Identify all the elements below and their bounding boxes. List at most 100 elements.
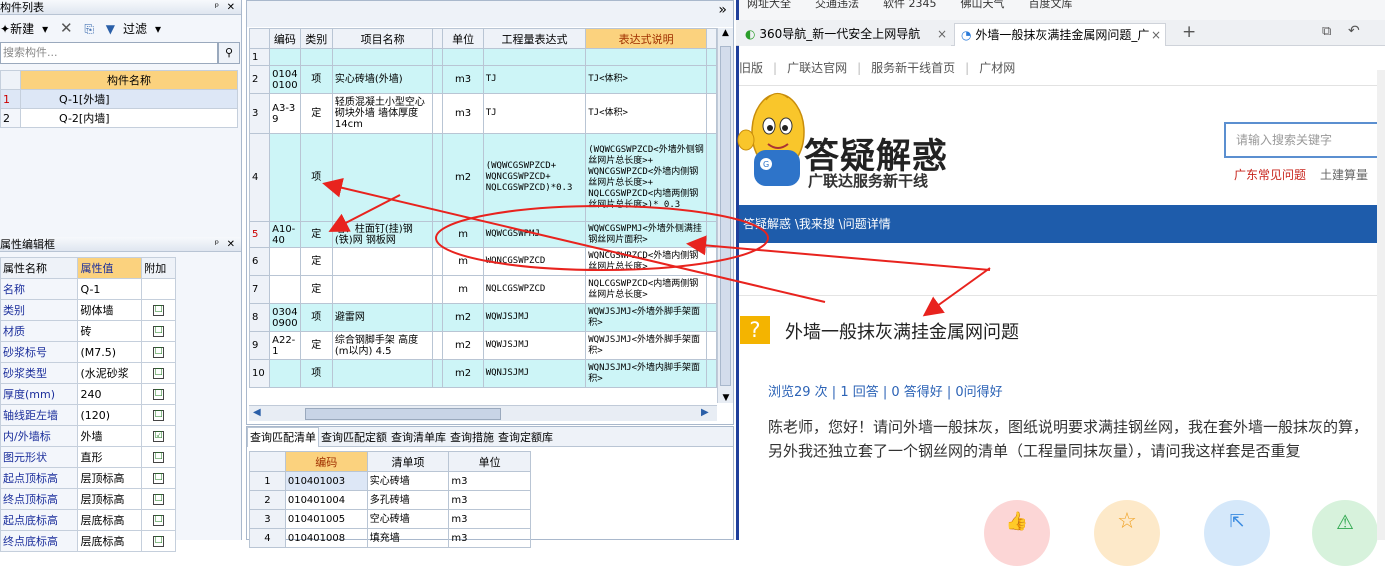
scroll-down-icon[interactable]: ▼ <box>718 393 734 403</box>
type-cell[interactable]: 项 <box>299 359 333 388</box>
extra-checkbox[interactable]: ☐ <box>153 347 165 358</box>
expression-cell[interactable]: TJ <box>482 65 587 94</box>
tab-list-icon[interactable]: ⧉ <box>1322 24 1331 39</box>
type-cell[interactable]: 项 <box>299 303 333 332</box>
property-extra-cell[interactable]: ☐ <box>141 530 176 552</box>
property-extra-cell[interactable]: ☐ <box>141 446 176 468</box>
code-cell[interactable]: A10- 40 <box>269 221 301 248</box>
property-extra-cell[interactable]: ☑ <box>141 425 176 447</box>
table-row[interactable]: 4 项 m2 (WQWCGSWPZCD+ WQNCGSWPZCD+ NQLCGSWPZ… <box>248 133 718 222</box>
list-unit-cell[interactable]: m3 <box>448 528 531 548</box>
property-row[interactable]: 类别 砌体墙 ☐ <box>0 299 176 321</box>
list-code-cell[interactable]: 010401008 <box>284 528 368 548</box>
type-cell[interactable]: 定 <box>299 93 333 134</box>
property-row[interactable]: 轴线距左墙 (120) ☐ <box>0 404 176 426</box>
list-item-cell[interactable]: 空心砖墙 <box>366 509 450 529</box>
unit-cell[interactable]: m2 <box>442 133 484 222</box>
list-code-cell[interactable]: 010401003 <box>284 471 368 491</box>
property-extra-cell[interactable]: ☐ <box>141 404 176 426</box>
delete-icon[interactable]: ✕ <box>60 19 73 37</box>
item-name-cell[interactable] <box>331 133 434 222</box>
browser-tab-360[interactable]: ◐ 360导航_新一代安全上网导航 × <box>739 23 951 46</box>
close-icon[interactable]: ✕ <box>227 237 235 252</box>
property-value[interactable]: (120) <box>77 404 143 426</box>
property-row[interactable]: 终点底标高 层底标高 ☐ <box>0 530 176 552</box>
code-cell[interactable] <box>269 359 301 388</box>
property-extra-cell[interactable]: ☐ <box>141 467 176 489</box>
code-cell[interactable] <box>269 247 301 276</box>
extra-checkbox[interactable]: ☐ <box>153 515 165 526</box>
table-row[interactable]: 1 <box>248 48 718 66</box>
component-row[interactable]: 1 Q-1[外墙] <box>0 89 238 109</box>
query-tab[interactable]: 查询措施 <box>448 428 496 447</box>
property-row[interactable]: 厚度(mm) 240 ☐ <box>0 383 176 405</box>
expression-cell[interactable]: TJ <box>482 93 587 134</box>
type-cell[interactable]: 项 <box>299 65 333 94</box>
bookmark-item[interactable]: 软件 2345 <box>883 0 937 10</box>
expression-cell[interactable]: NQLCGSWPZCD <box>482 275 587 304</box>
list-unit-cell[interactable]: m3 <box>448 509 531 529</box>
code-cell[interactable]: 0304 0900 <box>269 303 301 332</box>
table-row[interactable]: 6 定 m WQNCGSWPZCD WQNCGSWPZCD<外墙内侧钢丝网片总长度> <box>248 247 718 276</box>
property-extra-cell[interactable] <box>141 278 176 300</box>
item-name-cell[interactable] <box>331 48 434 66</box>
expression-cell[interactable]: (WQWCGSWPZCD+ WQNCGSWPZCD+ NQLCGSWPZCD)*… <box>482 133 587 222</box>
close-icon[interactable]: ✕ <box>227 0 235 15</box>
property-row[interactable]: 起点底标高 层底标高 ☐ <box>0 509 176 531</box>
code-cell[interactable] <box>269 133 301 222</box>
unit-cell[interactable]: m <box>442 247 484 276</box>
expression-cell[interactable] <box>482 48 587 66</box>
property-extra-cell[interactable]: ☐ <box>141 299 176 321</box>
item-name-cell[interactable]: 综合钢脚手架 高度(m以内) 4.5 <box>331 331 434 360</box>
hot-link[interactable]: 广东常见问题 <box>1234 166 1306 183</box>
table-row[interactable]: 1 010401003 实心砖墙 m3 <box>249 471 531 491</box>
expression-cell[interactable]: WQWJSJMJ <box>482 303 587 332</box>
property-extra-cell[interactable]: ☐ <box>141 341 176 363</box>
extra-checkbox[interactable]: ☐ <box>153 305 165 316</box>
extra-checkbox[interactable]: ☐ <box>153 452 165 463</box>
property-value[interactable]: 层底标高 <box>77 509 143 531</box>
extra-checkbox[interactable]: ☐ <box>153 368 165 379</box>
component-name[interactable]: Q-1[外墙] <box>20 89 238 109</box>
property-value[interactable]: 240 <box>77 383 143 405</box>
tab-close-icon[interactable]: × <box>1151 24 1161 46</box>
search-icon[interactable]: ⚲ <box>218 42 240 64</box>
extra-checkbox[interactable]: ☐ <box>153 326 165 337</box>
expand-icon[interactable]: » <box>718 2 727 18</box>
code-cell[interactable]: A22- 1 <box>269 331 301 360</box>
item-name-cell[interactable]: 轻质混凝土小型空心砌块外墙 墙体厚度 14cm <box>331 93 434 134</box>
type-cell[interactable]: 定 <box>299 221 333 248</box>
query-tab[interactable]: 查询匹配清单 <box>247 427 319 447</box>
scroll-up-icon[interactable]: ▲ <box>718 28 733 38</box>
property-row[interactable]: 材质砖 ☐ <box>0 320 176 342</box>
property-value[interactable]: 砖 <box>77 320 143 342</box>
unit-cell[interactable]: m3 <box>442 93 484 134</box>
unit-cell[interactable]: m2 <box>442 359 484 388</box>
pin-icon[interactable]: ᵖ <box>215 237 219 252</box>
property-row[interactable]: 砂浆类型 (水泥砂浆 ☐ <box>0 362 176 384</box>
bookmark-item[interactable]: 百度文库 <box>1029 0 1073 10</box>
property-value[interactable]: 砌体墙 <box>77 299 143 321</box>
scroll-thumb[interactable] <box>720 46 731 386</box>
item-name-cell[interactable] <box>331 275 434 304</box>
list-item-cell[interactable]: 实心砖墙 <box>366 471 450 491</box>
bookmark-item[interactable]: 网址大全 <box>747 0 791 10</box>
component-name[interactable]: Q-2[内墙] <box>20 108 238 128</box>
item-name-cell[interactable] <box>331 359 434 388</box>
hscroll-thumb[interactable] <box>305 408 501 420</box>
expression-cell[interactable]: WQNCGSWPZCD <box>482 247 587 276</box>
list-item-cell[interactable]: 多孔砖墙 <box>366 490 450 510</box>
property-extra-cell[interactable]: ☐ <box>141 383 176 405</box>
list-unit-cell[interactable]: m3 <box>448 490 531 510</box>
browser-tab-question[interactable]: ◔ 外墙一般抹灰满挂金属网问题_广 × <box>954 23 1166 46</box>
property-row[interactable]: 内/外墙标 外墙 ☑ <box>0 425 176 447</box>
property-extra-cell[interactable]: ☐ <box>141 320 176 342</box>
code-cell[interactable]: 0104 0100 <box>269 65 301 94</box>
property-extra-cell[interactable]: ☐ <box>141 362 176 384</box>
scroll-left-icon[interactable]: ◀ <box>253 407 261 418</box>
property-value[interactable]: Q-1 <box>77 278 143 300</box>
hot-link[interactable]: 土建算量 <box>1320 166 1368 183</box>
pin-icon[interactable]: ᵖ <box>215 0 219 15</box>
bookmark-item[interactable]: 佛山天气 <box>961 0 1005 10</box>
property-value[interactable]: (水泥砂浆 <box>77 362 143 384</box>
